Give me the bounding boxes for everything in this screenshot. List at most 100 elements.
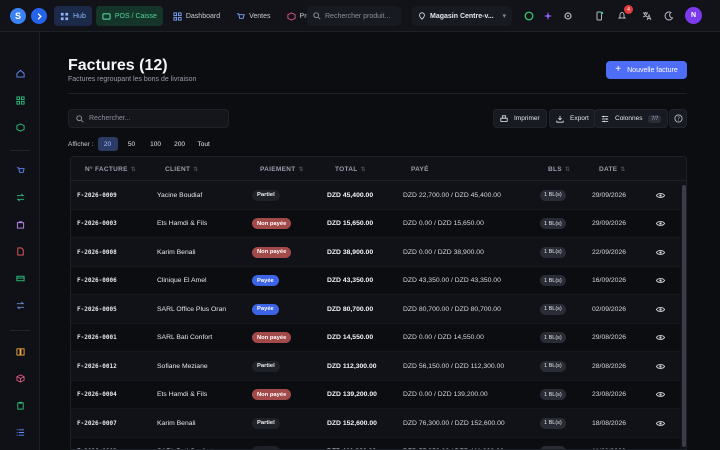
ai-sparkle-icon[interactable] <box>541 9 555 23</box>
nav-hub[interactable]: Hub <box>54 6 92 26</box>
grid-icon[interactable] <box>13 93 27 107</box>
bls-cell: 1 BL(s) <box>540 409 566 437</box>
table-row[interactable]: F-2026-0006 Clinique El Amel Payée DZD 43,3… <box>71 267 680 295</box>
cube-icon[interactable] <box>13 371 27 385</box>
store-selector[interactable]: Magasin Centre-v... ▾ <box>412 6 512 26</box>
new-invoice-label: Nouvelle facture <box>627 66 678 74</box>
print-label: Imprimer <box>514 115 540 122</box>
column-header-bls[interactable]: BLS ⇅ <box>548 157 570 181</box>
invoice-date: 29/09/2026 <box>592 220 627 227</box>
payment-status-badge: Partiel <box>252 417 280 429</box>
new-invoice-button[interactable]: + Nouvelle facture <box>606 61 687 79</box>
cart-icon[interactable] <box>13 163 27 177</box>
invoice-total: DZD 45,400.00 <box>327 191 374 199</box>
swap-icon[interactable] <box>13 190 27 204</box>
eye-icon <box>656 306 665 312</box>
page-size-option[interactable]: 50 <box>122 137 142 151</box>
invoice-number: F-2026-0002 <box>77 438 117 449</box>
view-button[interactable] <box>656 438 665 450</box>
view-button[interactable] <box>656 324 665 352</box>
view-button[interactable] <box>656 267 665 295</box>
nav-ventes[interactable]: Ventes <box>230 6 276 26</box>
product-search-input[interactable]: Rechercher produit... <box>307 6 401 26</box>
card-icon[interactable] <box>13 271 27 285</box>
file-icon[interactable] <box>13 244 27 258</box>
invoice-date: 11/08/2026 <box>592 438 626 449</box>
list-icon[interactable] <box>13 425 27 439</box>
box-icon[interactable] <box>13 120 27 134</box>
eye-icon <box>656 192 665 198</box>
column-header-total[interactable]: TOTAL ⇅ <box>335 157 366 181</box>
table-row[interactable]: F-2026-0008 Karim Benali Non payée DZD 38,9… <box>71 238 680 267</box>
column-header-client[interactable]: CLIENT ⇅ <box>165 157 199 181</box>
transfer-icon[interactable] <box>13 298 27 312</box>
table-row[interactable]: F-2026-0003 Ets Hamdi & Fils Non payée DZD … <box>71 210 680 238</box>
table-row[interactable]: F-2026-0009 Yacine Boudiaf Partiel DZD 45,4… <box>71 181 680 210</box>
brand-logo[interactable]: S <box>10 8 26 24</box>
table-row[interactable]: F-2026-0001 SARL Bati Confort Non payée DZD… <box>71 324 680 352</box>
table-row[interactable]: F-2026-0005 SARL Office Plus Oran Payée DZD… <box>71 295 680 324</box>
page-size-option[interactable]: 100 <box>146 137 166 151</box>
view-button[interactable] <box>656 295 665 323</box>
invoice-total: DZD 152,600.00 <box>327 419 377 427</box>
client-name: Yacine Boudiaf <box>157 191 203 199</box>
help-button[interactable]: ? <box>669 109 687 128</box>
chat-icon[interactable] <box>522 9 536 23</box>
main-content: Factures (12) Factures regroupant les bo… <box>40 32 720 450</box>
nav-pos[interactable]: POS / Caisse <box>95 6 163 26</box>
column-header-date[interactable]: DATE ⇅ <box>599 157 626 181</box>
nav-dashboard[interactable]: Dashboard <box>167 6 226 26</box>
bls-badge: 1 BL(s) <box>540 389 566 400</box>
column-header-payment[interactable]: PAIEMENT ⇅ <box>260 157 304 181</box>
table-row[interactable]: F-2026-0007 Karim Benali Partiel DZD 152,60… <box>71 409 680 438</box>
phone-icon[interactable] <box>592 9 606 23</box>
view-button[interactable] <box>656 210 665 238</box>
bls-cell: 1 BL(s) <box>540 324 566 352</box>
invoices-table: N° FACTURE ⇅ CLIENT ⇅ PAIEMENT ⇅ TOTAL ⇅ PAY… <box>70 156 687 450</box>
table-row[interactable]: F-2026-0002 SARL Bati Confort Partiel DZD 1… <box>71 438 680 450</box>
grid-icon <box>60 12 69 20</box>
view-button[interactable] <box>656 381 665 409</box>
top-nav: Hub POS / Caisse Dashboard Ventes Produi… <box>54 6 331 26</box>
invoice-date: 16/09/2026 <box>592 277 627 284</box>
book-icon[interactable] <box>13 344 27 358</box>
table-row[interactable]: F-2026-0012 Sofiane Meziane Partiel DZD 112… <box>71 352 680 381</box>
view-button[interactable] <box>656 238 665 266</box>
bls-cell: 1 BL(s) <box>540 238 566 266</box>
sidebar-toggle-button[interactable] <box>31 8 47 24</box>
user-avatar[interactable]: N <box>685 7 702 24</box>
columns-button[interactable]: Colonnes 7/7 <box>594 109 669 128</box>
invoice-search-input[interactable]: Rechercher... <box>68 109 229 128</box>
scrollbar-thumb[interactable] <box>682 185 686 447</box>
page-size-option[interactable]: 20 <box>97 137 118 151</box>
view-button[interactable] <box>656 352 665 380</box>
bag-icon[interactable] <box>13 217 27 231</box>
print-button[interactable]: Imprimer <box>493 109 547 128</box>
gear-icon[interactable] <box>561 9 575 23</box>
search-placeholder: Rechercher... <box>89 115 131 122</box>
register-icon <box>102 12 111 20</box>
invoice-date: 28/08/2026 <box>592 362 627 370</box>
client-name: SARL Bati Confort <box>157 438 212 449</box>
table-row[interactable]: F-2026-0004 Ets Hamdi & Fils Non payée DZD … <box>71 381 680 409</box>
chevron-right-icon <box>37 12 42 20</box>
export-button[interactable]: Export <box>549 109 596 128</box>
bls-badge: 1 BL(s) <box>540 303 566 315</box>
home-icon[interactable] <box>13 66 27 80</box>
moon-icon[interactable] <box>662 9 676 23</box>
payment-status-badge: Non payée <box>252 332 292 343</box>
page-size-option[interactable]: 200 <box>170 137 190 151</box>
page-title: Factures (12) <box>68 57 168 74</box>
clipboard-icon[interactable] <box>13 398 27 412</box>
sort-icon: ⇅ <box>193 166 199 173</box>
view-button[interactable] <box>656 181 665 209</box>
payment-status-cell: Partiel <box>252 438 280 449</box>
page-size-option[interactable]: Tout <box>194 137 214 151</box>
translate-icon[interactable] <box>640 9 654 23</box>
view-button[interactable] <box>656 409 665 437</box>
column-header-number[interactable]: N° FACTURE ⇅ <box>85 157 136 181</box>
client-name: Sofiane Meziane <box>157 362 208 370</box>
invoice-paid: DZD 0.00 / DZD 139,200.00 <box>403 391 488 398</box>
column-header-paid[interactable]: PAYÉ <box>411 157 429 181</box>
table-scrollbar[interactable] <box>680 181 686 449</box>
